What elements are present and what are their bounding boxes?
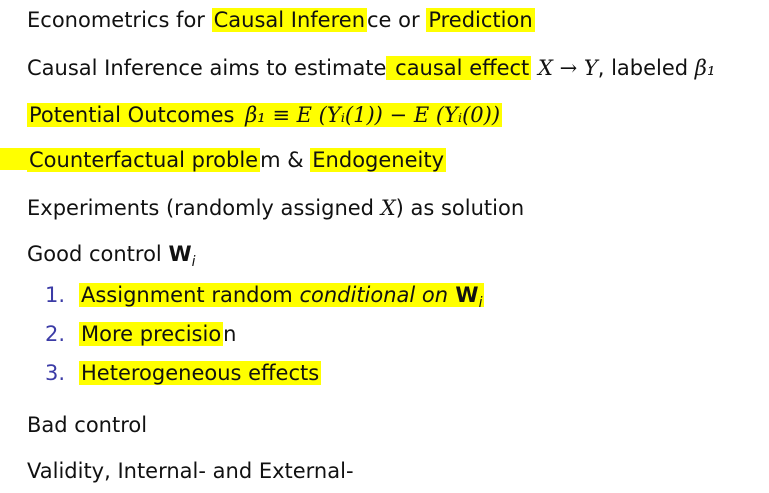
list-item-1: 1. Assignment random conditional on Wi bbox=[45, 281, 485, 317]
line-good-control: Good control Wi bbox=[27, 240, 196, 276]
text-pre: Good control bbox=[27, 242, 169, 266]
highlight-causal-inference: Causal Inferen bbox=[211, 8, 368, 32]
list-number: 3. bbox=[45, 361, 66, 385]
text-pre: Causal Inference aims to estimate bbox=[27, 56, 387, 80]
highlight-potential-outcomes: Potential Outcomes bbox=[27, 103, 237, 127]
math-w-bold: W bbox=[168, 242, 192, 266]
text-pre: Assignment random bbox=[81, 283, 300, 307]
text-post: ) as solution bbox=[395, 196, 525, 220]
math-beta: β₁ bbox=[694, 56, 716, 80]
highlight-more-precision: More precisio bbox=[79, 322, 224, 346]
text-validity: Validity, Internal- and External- bbox=[27, 459, 354, 483]
list-number: 1. bbox=[45, 283, 66, 307]
math-x-to-y: X → Y bbox=[531, 56, 598, 80]
highlight-counterfactual: Counterfactual proble bbox=[27, 148, 261, 172]
line-causal-effect: Causal Inference aims to estimate causal… bbox=[27, 54, 715, 82]
text-conditional-on: conditional on bbox=[299, 283, 449, 307]
line-bad-control: Bad control bbox=[27, 411, 147, 439]
highlight-prediction: Prediction bbox=[426, 8, 535, 32]
highlight-stroke-left bbox=[0, 148, 30, 170]
list-number: 2. bbox=[45, 322, 66, 346]
line-experiments: Experiments (randomly assigned X) as sol… bbox=[27, 194, 524, 222]
list-item-2: 2. More precision bbox=[45, 320, 236, 348]
text-mid: m & bbox=[260, 148, 311, 172]
text-pre: Econometrics for bbox=[27, 8, 212, 32]
slide: Econometrics for Causal Inference or Pre… bbox=[0, 0, 769, 493]
text-mid: ce or bbox=[367, 8, 427, 32]
text-labeled: , labeled bbox=[597, 56, 695, 80]
line-validity: Validity, Internal- and External- bbox=[27, 457, 354, 485]
highlight-endogeneity: Endogeneity bbox=[310, 148, 447, 172]
line-potential-outcomes: Potential Outcomes β₁ ≡ E (Yᵢ(1)) − E (Y… bbox=[27, 101, 503, 129]
subscript-i: i bbox=[191, 254, 196, 271]
text-bad-control: Bad control bbox=[27, 413, 148, 437]
line-econometrics-title: Econometrics for Causal Inference or Pre… bbox=[27, 6, 535, 34]
highlight-heterogeneous-effects: Heterogeneous effects bbox=[79, 361, 322, 385]
text-tail: n bbox=[223, 322, 237, 346]
highlight-assignment-random: Assignment random conditional on Wi bbox=[79, 283, 485, 311]
line-counterfactual: Counterfactual problem & Endogeneity bbox=[27, 146, 447, 174]
math-x: X bbox=[380, 196, 396, 220]
text-pre: Experiments (randomly assigned bbox=[27, 196, 381, 220]
math-potential-outcomes-formula: β₁ ≡ E (Yᵢ(1)) − E (Yᵢ(0)) bbox=[236, 103, 503, 127]
math-w-bold: W bbox=[448, 283, 479, 307]
list-item-3: 3. Heterogeneous effects bbox=[45, 359, 322, 387]
subscript-i: i bbox=[478, 295, 483, 312]
highlight-causal-effect: causal effect bbox=[386, 56, 532, 80]
